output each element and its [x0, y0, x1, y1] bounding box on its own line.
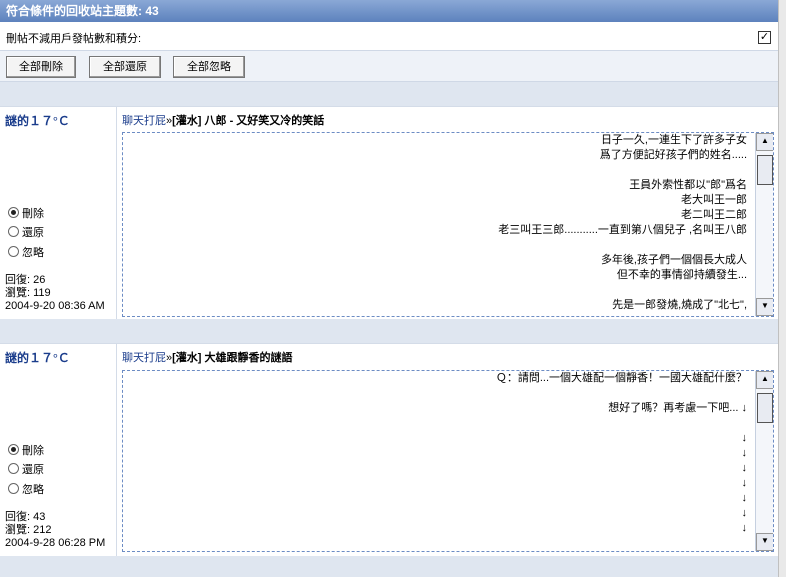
scroll-up-icon[interactable]: ▲	[756, 371, 773, 389]
reply-count: 回復: 43	[5, 511, 46, 523]
topic-content-box[interactable]: 日子一久,一連生下了許多子女 爲了方便記好孩子們的姓名..... 王員外索性都以…	[122, 132, 774, 317]
bulk-action-bar: 全部刪除 全部還原 全部忽略	[0, 51, 778, 82]
topic-subject[interactable]: [灌水] 大雄跟靜香的謎語	[172, 352, 292, 364]
ignore-all-button[interactable]: 全部忽略	[173, 56, 245, 78]
delete-radio-label: 刪除	[22, 445, 44, 457]
scroll-down-icon[interactable]: ▼	[756, 298, 773, 316]
topic-item: 謎的１７°Ｃ 刪除 還原 忽略 回復: 26 瀏覽: 119 2004-9-20…	[0, 106, 778, 319]
restore-radio-label: 還原	[22, 464, 44, 476]
topic-user-panel: 謎的１７°Ｃ 刪除 還原 忽略 回復: 43 瀏覽: 212 2004-9-28…	[0, 344, 117, 556]
options-row: 刪帖不減用戶發帖數和積分: ✓	[0, 22, 778, 51]
content-scrollbar[interactable]: ▲ ▼	[755, 133, 773, 316]
forum-link[interactable]: 聊天打屁	[122, 115, 166, 127]
post-date: 2004-9-20 08:36 AM	[5, 300, 105, 312]
topic-item: 謎的１７°Ｃ 刪除 還原 忽略 回復: 43 瀏覽: 212 2004-9-28…	[0, 343, 778, 556]
post-date: 2004-9-28 06:28 PM	[5, 537, 106, 549]
view-count: 瀏覽: 212	[5, 524, 52, 536]
scroll-down-icon[interactable]: ▼	[756, 533, 773, 551]
no-deduct-points-label: 刪帖不減用戶發帖數和積分:	[6, 33, 142, 45]
radio-icon[interactable]	[8, 483, 19, 494]
topic-content-box[interactable]: Ｑ：請問...一個大雄配一個靜香！一國大雄配什麼？ 想好了嗎？再考慮一下吧...…	[122, 370, 774, 552]
radio-icon[interactable]	[8, 463, 19, 474]
ignore-radio-label: 忽略	[22, 484, 44, 496]
topic-content-text: 日子一久,一連生下了許多子女 爲了方便記好孩子們的姓名..... 王員外索性都以…	[498, 134, 747, 311]
radio-selected-icon[interactable]	[8, 444, 19, 455]
topic-content-text: Ｑ：請問...一個大雄配一個靜香！一國大雄配什麼？ 想好了嗎？再考慮一下吧...…	[495, 372, 747, 534]
recycle-bin-count-header: 符合條件的回收站主題數: 43	[0, 0, 784, 22]
forum-link[interactable]: 聊天打屁	[122, 352, 166, 364]
radio-icon[interactable]	[8, 226, 19, 237]
ignore-radio[interactable]: 忽略	[8, 244, 44, 260]
topic-title: 聊天打屁»[灌水] 大雄跟靜香的謎語	[122, 349, 293, 365]
restore-radio[interactable]: 還原	[8, 461, 44, 477]
reply-count: 回復: 26	[5, 274, 46, 286]
view-count: 瀏覽: 119	[5, 287, 51, 299]
delete-all-button[interactable]: 全部刪除	[6, 56, 76, 78]
content-scrollbar[interactable]: ▲ ▼	[755, 371, 773, 551]
topic-title: 聊天打屁»[灌水] 八郎 - 又好笑又冷的笑話	[122, 112, 324, 128]
restore-all-button[interactable]: 全部還原	[89, 56, 161, 78]
topic-stats: 回復: 43 瀏覽: 212 2004-9-28 06:28 PM	[5, 511, 105, 550]
radio-icon[interactable]	[8, 246, 19, 257]
scroll-thumb[interactable]	[757, 393, 773, 423]
window-scrollbar[interactable]	[778, 0, 786, 577]
ignore-radio[interactable]: 忽略	[8, 481, 44, 497]
scroll-thumb[interactable]	[757, 155, 773, 185]
author-name[interactable]: 謎的１７°Ｃ	[5, 349, 70, 366]
delete-radio[interactable]: 刪除	[8, 205, 44, 221]
delete-radio-label: 刪除	[22, 208, 44, 220]
topic-stats: 回復: 26 瀏覽: 119 2004-9-20 08:36 AM	[5, 274, 105, 313]
scroll-up-icon[interactable]: ▲	[756, 133, 773, 151]
author-name[interactable]: 謎的１７°Ｃ	[5, 112, 70, 129]
topic-subject[interactable]: [灌水] 八郎 - 又好笑又冷的笑話	[172, 115, 324, 127]
topic-user-panel: 謎的１７°Ｃ 刪除 還原 忽略 回復: 26 瀏覽: 119 2004-9-20…	[0, 107, 117, 319]
restore-radio-label: 還原	[22, 227, 44, 239]
delete-radio[interactable]: 刪除	[8, 442, 44, 458]
ignore-radio-label: 忽略	[22, 247, 44, 259]
radio-selected-icon[interactable]	[8, 207, 19, 218]
no-deduct-points-checkbox[interactable]: ✓	[758, 31, 771, 44]
restore-radio[interactable]: 還原	[8, 224, 44, 240]
